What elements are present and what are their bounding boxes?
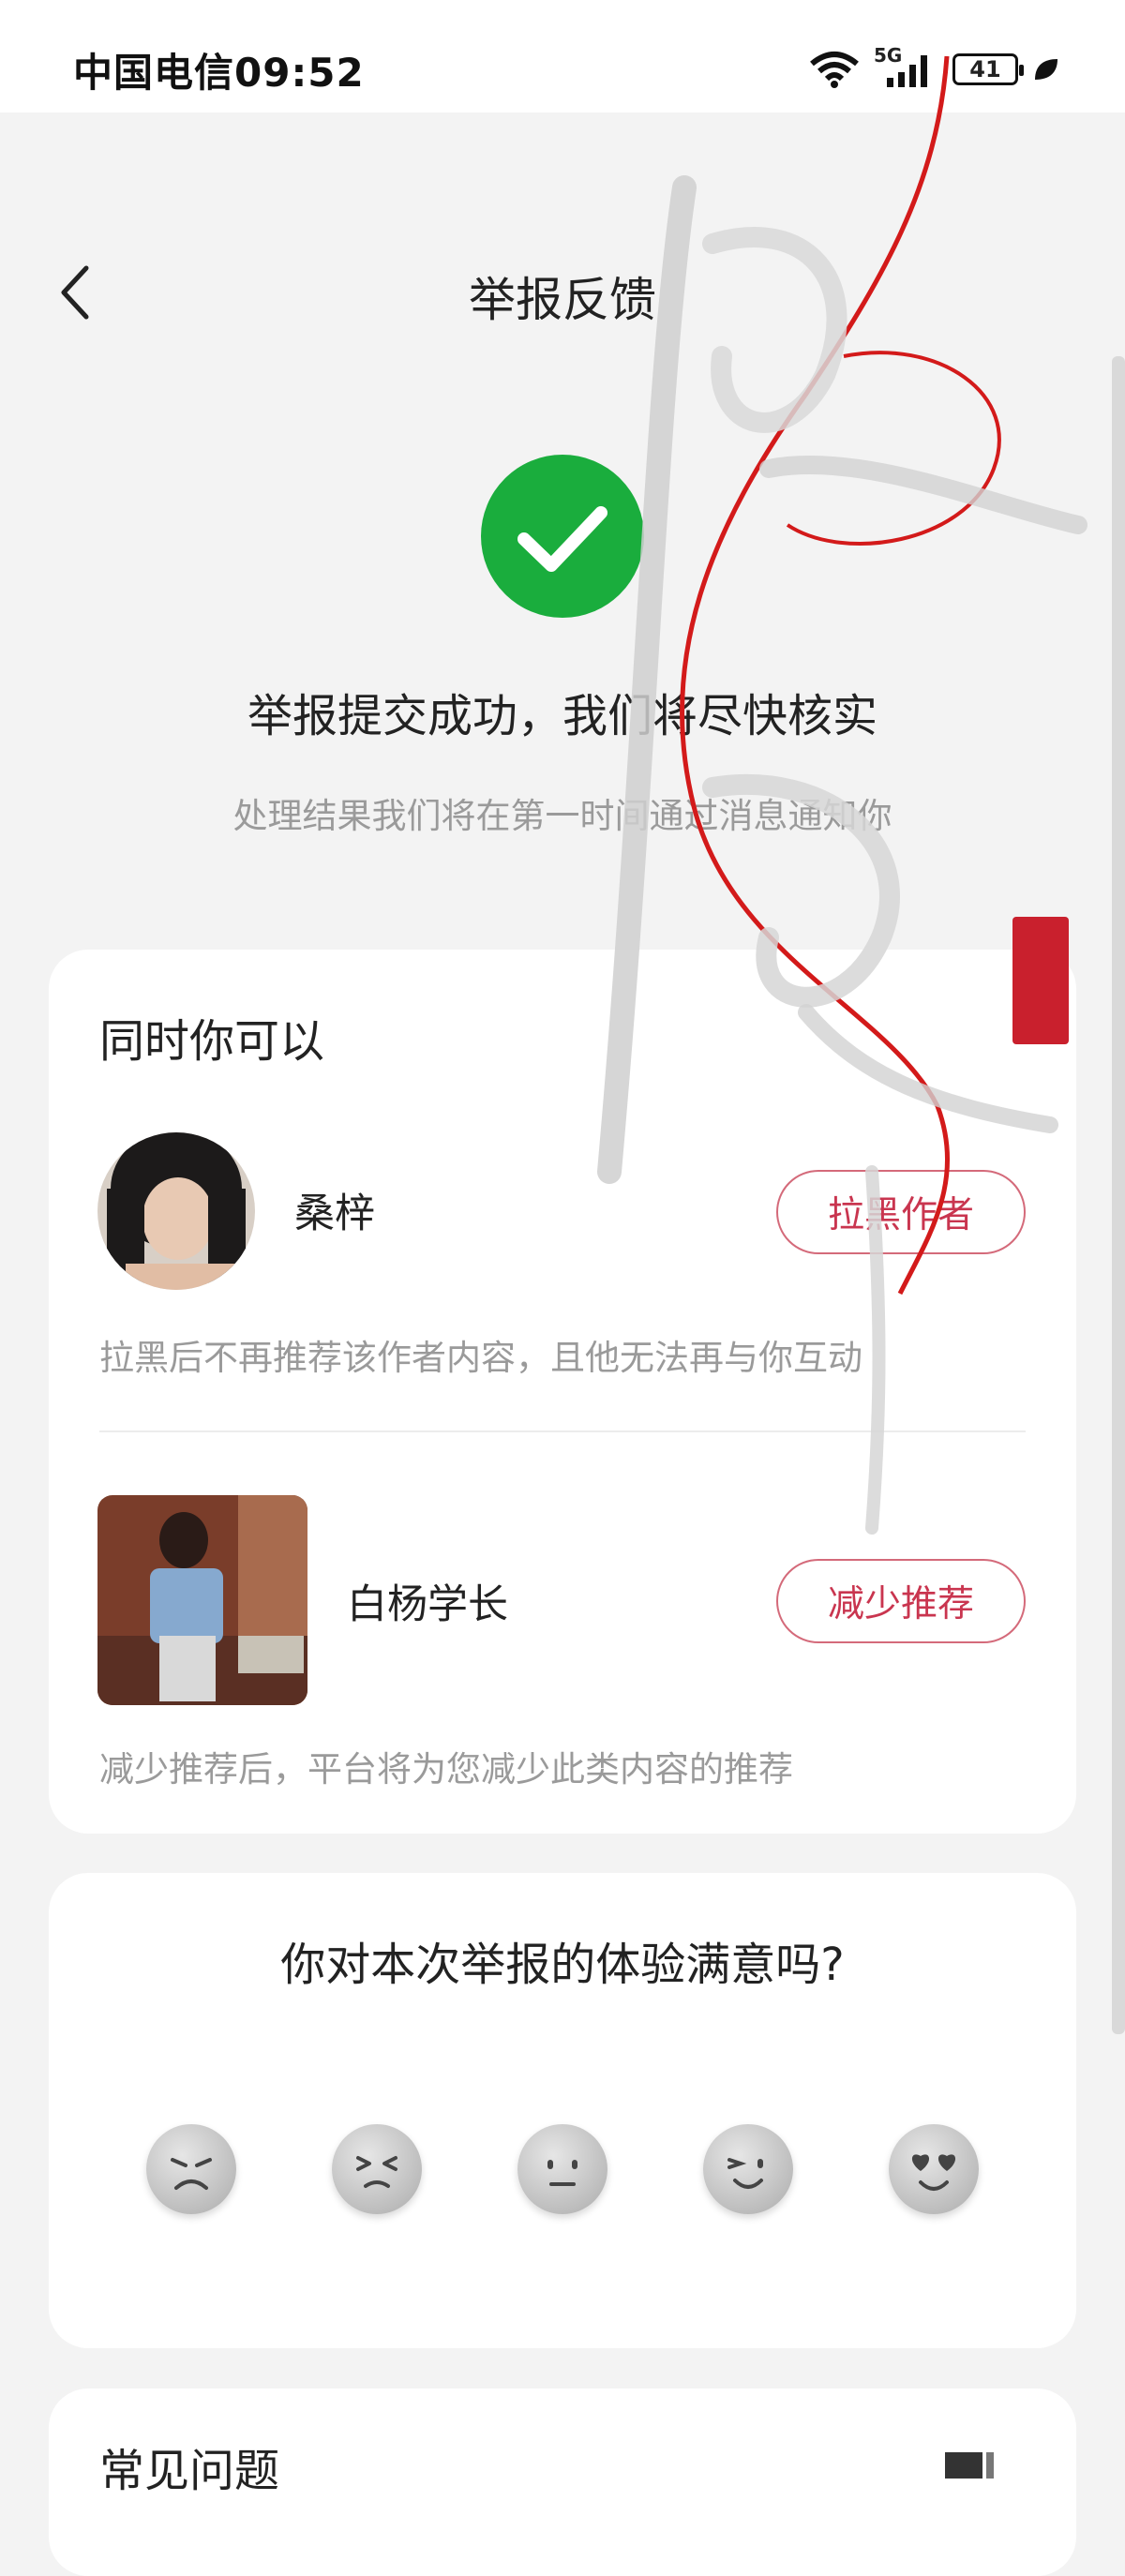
leaf-icon bbox=[1035, 59, 1058, 80]
carrier-time: 中国电信09:52 bbox=[73, 50, 365, 96]
author-row: 桑梓 拉黑作者 拉黑后不再推荐该作者内容，且他无法再与你互动 bbox=[49, 1132, 1076, 1395]
satisfied-icon[interactable] bbox=[703, 2124, 793, 2214]
nav-bar: 举报反馈 bbox=[0, 234, 1125, 356]
rating-options bbox=[49, 2124, 1076, 2237]
scrollbar[interactable] bbox=[1112, 356, 1125, 2034]
avatar[interactable] bbox=[98, 1132, 255, 1290]
status-bar: 中国电信09:52 5G 41 bbox=[0, 0, 1125, 112]
wifi-icon bbox=[810, 52, 859, 88]
success-check-icon bbox=[481, 455, 644, 618]
battery-level: 41 bbox=[969, 56, 1001, 82]
very-unsatisfied-icon[interactable] bbox=[146, 2124, 236, 2214]
actions-card-title: 同时你可以 bbox=[99, 1015, 325, 1068]
rating-card: 你对本次举报的体验满意吗? bbox=[49, 1873, 1076, 2348]
neutral-icon[interactable] bbox=[518, 2124, 608, 2214]
status-icons: 5G 41 bbox=[808, 44, 1059, 90]
rating-question: 你对本次举报的体验满意吗? bbox=[280, 1939, 845, 1991]
battery-icon: 41 bbox=[952, 53, 1024, 85]
faq-card[interactable]: 常见问题 bbox=[49, 2389, 1076, 2576]
block-author-desc: 拉黑后不再推荐该作者内容，且他无法再与你互动 bbox=[99, 1338, 862, 1378]
faq-title: 常见问题 bbox=[99, 2445, 280, 2497]
success-title: 举报提交成功，我们将尽快核实 bbox=[247, 690, 878, 742]
block-author-button[interactable]: 拉黑作者 bbox=[776, 1170, 1026, 1254]
unsatisfied-icon[interactable] bbox=[332, 2124, 422, 2214]
page-title: 举报反馈 bbox=[469, 273, 656, 327]
reduce-recommend-desc: 减少推荐后，平台将为您减少此类内容的推荐 bbox=[99, 1749, 793, 1790]
seal-stamp bbox=[1012, 917, 1069, 1044]
success-subtitle: 处理结果我们将在第一时间通过消息通知你 bbox=[232, 796, 892, 836]
avatar[interactable] bbox=[98, 1495, 308, 1705]
signal-icon: 5G bbox=[874, 44, 939, 89]
author-name: 桑梓 bbox=[294, 1191, 375, 1237]
very-satisfied-icon[interactable] bbox=[889, 2124, 979, 2214]
divider bbox=[99, 1430, 1026, 1432]
reduce-recommend-button[interactable]: 减少推荐 bbox=[776, 1559, 1026, 1643]
faq-arrow-icon bbox=[945, 2452, 994, 2479]
account-name: 白杨学长 bbox=[347, 1581, 508, 1628]
actions-card: 同时你可以 桑梓 拉黑作者 拉黑后不再推荐该作者内容，且他无法再与你互动 白杨学… bbox=[49, 950, 1076, 1834]
recommend-row: 白杨学长 减少推荐 减少推荐后，平台将为您减少此类内容的推荐 bbox=[49, 1495, 1076, 1795]
